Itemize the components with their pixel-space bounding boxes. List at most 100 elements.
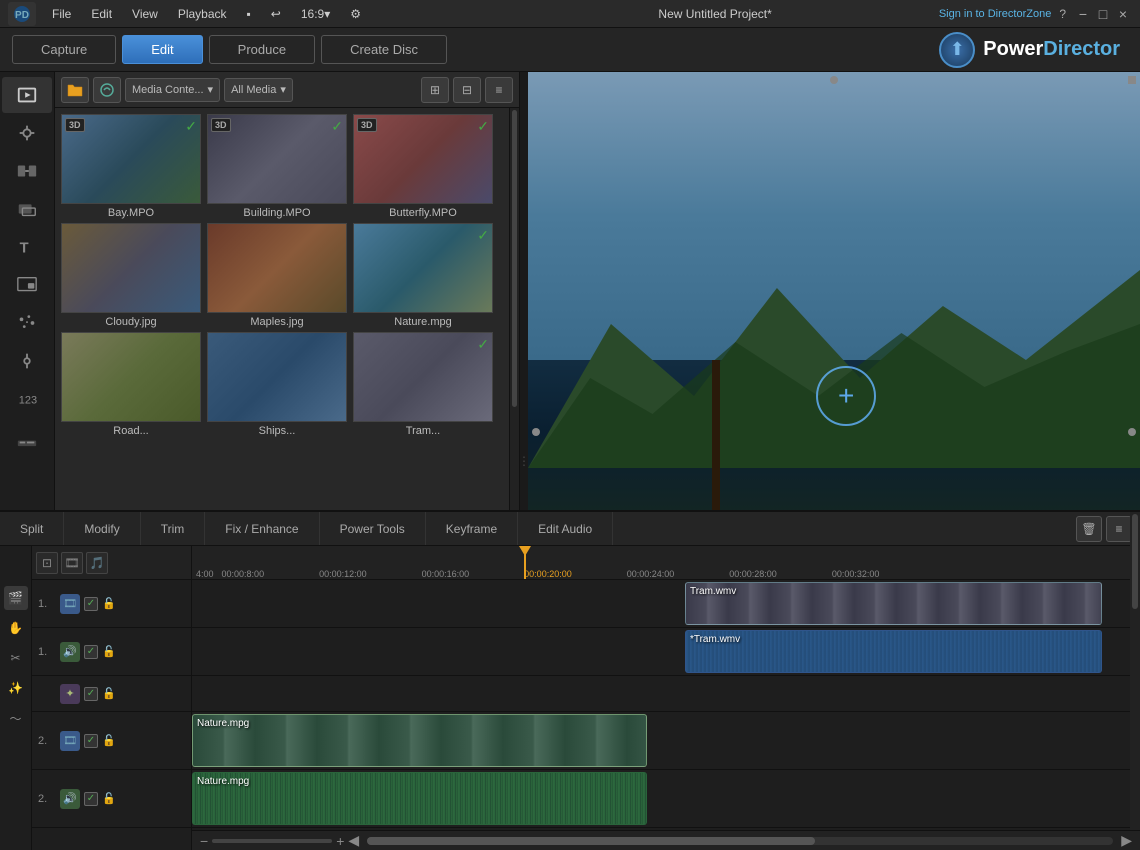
- sidebar-fx-btn[interactable]: [2, 115, 52, 151]
- list-item[interactable]: Maples.jpg: [207, 223, 347, 328]
- fit-tracks-btn[interactable]: ⊡: [36, 552, 58, 574]
- sidebar-pip-btn[interactable]: [2, 267, 52, 303]
- maximize-button[interactable]: □: [1094, 6, 1112, 22]
- tab-trim[interactable]: Trim: [141, 512, 206, 545]
- media-filename: Bay.MPO: [108, 207, 154, 219]
- sidebar-audio-btn[interactable]: [2, 343, 52, 379]
- media-filename: Ships...: [259, 425, 296, 437]
- preview-handle-top-right[interactable]: [1128, 76, 1136, 84]
- tab-power-tools[interactable]: Power Tools: [320, 512, 426, 545]
- close-button[interactable]: ×: [1114, 6, 1132, 22]
- track-lock-btn[interactable]: 🔓: [102, 597, 116, 610]
- create-disc-button[interactable]: Create Disc: [321, 35, 447, 64]
- edit-button[interactable]: Edit: [122, 35, 202, 64]
- video-track-btn[interactable]: 🎞: [61, 552, 83, 574]
- tram-video-clip[interactable]: Tram.wmv: [685, 582, 1102, 625]
- list-item[interactable]: ✓ Nature.mpg: [353, 223, 493, 328]
- nature-audio-clip[interactable]: Nature.mpg: [192, 772, 647, 825]
- open-folder-btn[interactable]: [61, 77, 89, 103]
- help-icon[interactable]: ?: [1059, 7, 1066, 21]
- scroll-right-btn[interactable]: ▶: [1121, 832, 1132, 849]
- list-view-btn[interactable]: ⊞: [421, 77, 449, 103]
- timeline-scrollbar[interactable]: [367, 837, 1113, 845]
- sidebar-particle-btn[interactable]: [2, 305, 52, 341]
- preview-handle-top[interactable]: [830, 76, 838, 84]
- scroll-left-btn[interactable]: ◀: [348, 832, 359, 849]
- menu-extra1[interactable]: ▪: [239, 5, 259, 23]
- sidebar-media-btn[interactable]: [2, 77, 52, 113]
- track-visibility-check[interactable]: ✓: [84, 734, 98, 748]
- sidebar-overlay-btn[interactable]: [2, 191, 52, 227]
- list-item[interactable]: Ships...: [207, 332, 347, 437]
- track-visibility-check[interactable]: ✓: [84, 687, 98, 701]
- vertical-scrollbar[interactable]: [1130, 546, 1140, 830]
- list-item[interactable]: Road...: [61, 332, 201, 437]
- preview-handle-right[interactable]: [1128, 428, 1136, 436]
- clip-label-tram-audio: *Tram.wmv: [690, 634, 740, 645]
- razor-tool-icon[interactable]: ✂: [4, 646, 28, 670]
- check-badge: ✓: [477, 118, 489, 135]
- media-filename: Butterfly.MPO: [389, 207, 457, 219]
- sidebar-number-btn[interactable]: 123: [2, 381, 52, 417]
- track-visibility-check[interactable]: ✓: [84, 645, 98, 659]
- grid-view-btn[interactable]: ⊟: [453, 77, 481, 103]
- app-logo: PD: [8, 2, 36, 26]
- track-visibility-check[interactable]: ✓: [84, 597, 98, 611]
- preview-handle-left[interactable]: [532, 428, 540, 436]
- media-options-btn[interactable]: ≡: [485, 77, 513, 103]
- menu-file[interactable]: File: [44, 5, 79, 23]
- media-toolbar: Media Conte... ▾ All Media ▾ ⊞ ⊟ ≡: [55, 72, 519, 108]
- list-item[interactable]: Cloudy.jpg: [61, 223, 201, 328]
- menu-view[interactable]: View: [124, 5, 166, 23]
- sidebar-transition-btn[interactable]: [2, 153, 52, 189]
- minimize-button[interactable]: −: [1074, 6, 1092, 22]
- nature-frames: [193, 715, 646, 766]
- list-item[interactable]: 3D ✓ Butterfly.MPO: [353, 114, 493, 219]
- track-visibility-check[interactable]: ✓: [84, 792, 98, 806]
- sidebar-title-btn[interactable]: T: [2, 229, 52, 265]
- tab-modify[interactable]: Modify: [64, 512, 140, 545]
- tab-keyframe[interactable]: Keyframe: [426, 512, 518, 545]
- media-filter-dropdown[interactable]: All Media ▾: [224, 78, 293, 102]
- curve-tool-icon[interactable]: 〜: [4, 706, 28, 730]
- list-item[interactable]: 3D ✓ Building.MPO: [207, 114, 347, 219]
- nature-video-clip[interactable]: Nature.mpg: [192, 714, 647, 767]
- tab-split[interactable]: Split: [0, 512, 64, 545]
- track-2-audio: Nature.mpg: [192, 770, 1140, 828]
- media-thumb-cloudy: [61, 223, 201, 313]
- timeline-settings-btn[interactable]: ≡: [1106, 516, 1132, 542]
- track-lock-btn[interactable]: 🔓: [102, 792, 116, 805]
- capture-button[interactable]: Capture: [12, 35, 116, 64]
- playhead[interactable]: [524, 546, 526, 579]
- menu-extra4[interactable]: ⚙: [342, 5, 369, 23]
- list-item[interactable]: ✓ Tram...: [353, 332, 493, 437]
- import-btn[interactable]: [93, 77, 121, 103]
- delete-clip-btn[interactable]: 🗑: [1076, 516, 1102, 542]
- zoom-slider[interactable]: [212, 839, 332, 843]
- sign-in-link[interactable]: Sign in to DirectorZone: [939, 8, 1052, 20]
- menu-playback[interactable]: Playback: [170, 5, 235, 23]
- produce-button[interactable]: Produce: [209, 35, 315, 64]
- hand-tool-icon[interactable]: ✋: [4, 616, 28, 640]
- menu-edit[interactable]: Edit: [83, 5, 120, 23]
- tram-audio-clip[interactable]: *Tram.wmv: [685, 630, 1102, 673]
- track-lock-btn[interactable]: 🔓: [102, 734, 116, 747]
- track-type-icon: 🎞: [60, 594, 80, 614]
- magic-tool-icon[interactable]: ✨: [4, 676, 28, 700]
- menu-extra2[interactable]: ↩: [263, 5, 289, 23]
- sidebar-subtitle-btn[interactable]: [2, 419, 52, 455]
- zoom-out-btn[interactable]: −: [200, 833, 208, 849]
- timeline-ruler[interactable]: 4:00 00:00:8:00 00:00:12:00 00:00:16:00 …: [192, 546, 1140, 580]
- master-clip-icon[interactable]: 🎬: [4, 586, 28, 610]
- tab-edit-audio[interactable]: Edit Audio: [518, 512, 613, 545]
- track-lock-btn[interactable]: 🔓: [102, 687, 116, 700]
- menu-extra3[interactable]: 16:9▾: [293, 5, 338, 23]
- tab-fix-enhance[interactable]: Fix / Enhance: [205, 512, 319, 545]
- track-type-icon: 🎞: [60, 731, 80, 751]
- media-content-dropdown[interactable]: Media Conte... ▾: [125, 78, 220, 102]
- list-item[interactable]: 3D ✓ Bay.MPO: [61, 114, 201, 219]
- track-lock-btn[interactable]: 🔓: [102, 645, 116, 658]
- svg-text:PD: PD: [15, 10, 29, 21]
- zoom-in-btn[interactable]: +: [336, 833, 344, 849]
- audio-track-btn[interactable]: 🎵: [86, 552, 108, 574]
